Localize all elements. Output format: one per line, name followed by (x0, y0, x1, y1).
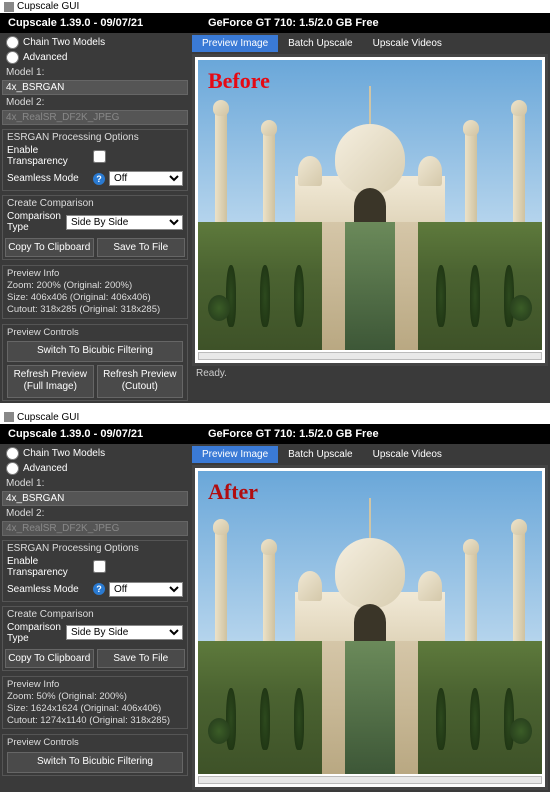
model1-input[interactable] (2, 491, 188, 506)
seamless-mode-select[interactable]: Off (109, 171, 183, 186)
gpu-status: GeForce GT 710: 1.5/2.0 GB Free (208, 428, 542, 440)
radio-advanced[interactable] (6, 462, 19, 475)
radio-chain-label: Chain Two Models (23, 448, 105, 459)
refresh-preview-full-button[interactable]: Refresh Preview (Full Image) (7, 365, 94, 398)
app-version: Cupscale 1.39.0 - 09/07/21 (8, 428, 208, 440)
model2-input[interactable] (2, 110, 188, 125)
tab-batch-upscale[interactable]: Batch Upscale (278, 35, 362, 52)
window-titlebar: Cupscale GUI (0, 411, 550, 424)
switch-bicubic-button[interactable]: Switch To Bicubic Filtering (7, 752, 183, 773)
tab-upscale-videos[interactable]: Upscale Videos (363, 35, 452, 52)
model2-label: Model 2: (2, 95, 188, 110)
comparison-type-select[interactable]: Side By Side (66, 625, 183, 640)
compare-section-title: Create Comparison (5, 609, 185, 620)
comparison-type-label: Comparison Type (7, 622, 62, 644)
preview-image[interactable]: Before (198, 60, 542, 350)
status-text: Ready. (192, 366, 548, 381)
refresh-preview-cutout-button[interactable]: Refresh Preview (Cutout) (97, 365, 184, 398)
enable-transparency-checkbox[interactable] (93, 150, 106, 163)
seamless-mode-select[interactable]: Off (109, 582, 183, 597)
radio-chain-label: Chain Two Models (23, 37, 105, 48)
switch-bicubic-button[interactable]: Switch To Bicubic Filtering (7, 341, 183, 362)
enable-transparency-label: Enable Transparency (7, 145, 89, 167)
preview-info-title: Preview Info (7, 268, 183, 280)
save-to-file-button[interactable]: Save To File (97, 238, 186, 257)
radio-advanced-label: Advanced (23, 463, 67, 474)
tab-preview-image[interactable]: Preview Image (192, 446, 278, 463)
app-icon (4, 2, 14, 12)
radio-advanced-label: Advanced (23, 52, 67, 63)
preview-info-size: Size: 1624x1624 (Original: 406x406) (7, 703, 183, 715)
esrgan-section-title: ESRGAN Processing Options (5, 543, 185, 554)
window-titlebar: Cupscale GUI (0, 0, 550, 13)
preview-info-size: Size: 406x406 (Original: 406x406) (7, 292, 183, 304)
enable-transparency-checkbox[interactable] (93, 560, 106, 573)
seamless-mode-label: Seamless Mode (7, 173, 89, 184)
sidebar: Chain Two Models Advanced Model 1: Model… (0, 33, 190, 403)
help-icon[interactable]: ? (93, 173, 105, 185)
help-icon[interactable]: ? (93, 583, 105, 595)
preview-info-zoom: Zoom: 50% (Original: 200%) (7, 691, 183, 703)
gpu-status: GeForce GT 710: 1.5/2.0 GB Free (208, 17, 542, 29)
model2-input[interactable] (2, 521, 188, 536)
comparison-type-label: Comparison Type (7, 211, 62, 233)
preview-panel: Preview Image Batch Upscale Upscale Vide… (190, 33, 550, 403)
tab-batch-upscale[interactable]: Batch Upscale (278, 446, 362, 463)
model2-label: Model 2: (2, 506, 188, 521)
preview-info-zoom: Zoom: 200% (Original: 200%) (7, 280, 183, 292)
seamless-mode-label: Seamless Mode (7, 584, 89, 595)
window-title: Cupscale GUI (17, 412, 79, 423)
preview-controls-title: Preview Controls (7, 327, 183, 339)
copy-to-clipboard-button[interactable]: Copy To Clipboard (5, 238, 94, 257)
app-version: Cupscale 1.39.0 - 09/07/21 (8, 17, 208, 29)
tab-preview-image[interactable]: Preview Image (192, 35, 278, 52)
preview-image[interactable]: After (198, 471, 542, 774)
radio-chain-two-models[interactable] (6, 36, 19, 49)
sidebar: Chain Two Models Advanced Model 1: Model… (0, 444, 190, 792)
preview-info-cutout: Cutout: 318x285 (Original: 318x285) (7, 304, 183, 316)
model1-label: Model 1: (2, 65, 188, 80)
status-banner: Cupscale 1.39.0 - 09/07/21 GeForce GT 71… (0, 13, 550, 33)
radio-advanced[interactable] (6, 51, 19, 64)
horizontal-scrollbar[interactable] (198, 776, 542, 784)
radio-chain-two-models[interactable] (6, 447, 19, 460)
model1-input[interactable] (2, 80, 188, 95)
status-banner: Cupscale 1.39.0 - 09/07/21 GeForce GT 71… (0, 424, 550, 444)
save-to-file-button[interactable]: Save To File (97, 649, 186, 668)
preview-info-cutout: Cutout: 1274x1140 (Original: 318x285) (7, 715, 183, 727)
window-title: Cupscale GUI (17, 1, 79, 12)
comparison-type-select[interactable]: Side By Side (66, 215, 183, 230)
overlay-label-before: Before (208, 68, 270, 94)
preview-controls-title: Preview Controls (7, 737, 183, 749)
app-icon (4, 412, 14, 422)
esrgan-section-title: ESRGAN Processing Options (5, 132, 185, 143)
copy-to-clipboard-button[interactable]: Copy To Clipboard (5, 649, 94, 668)
preview-info-title: Preview Info (7, 679, 183, 691)
tab-upscale-videos[interactable]: Upscale Videos (363, 446, 452, 463)
compare-section-title: Create Comparison (5, 198, 185, 209)
horizontal-scrollbar[interactable] (198, 352, 542, 360)
preview-panel: Preview Image Batch Upscale Upscale Vide… (190, 444, 550, 792)
model1-label: Model 1: (2, 476, 188, 491)
enable-transparency-label: Enable Transparency (7, 556, 89, 578)
overlay-label-after: After (208, 479, 258, 505)
